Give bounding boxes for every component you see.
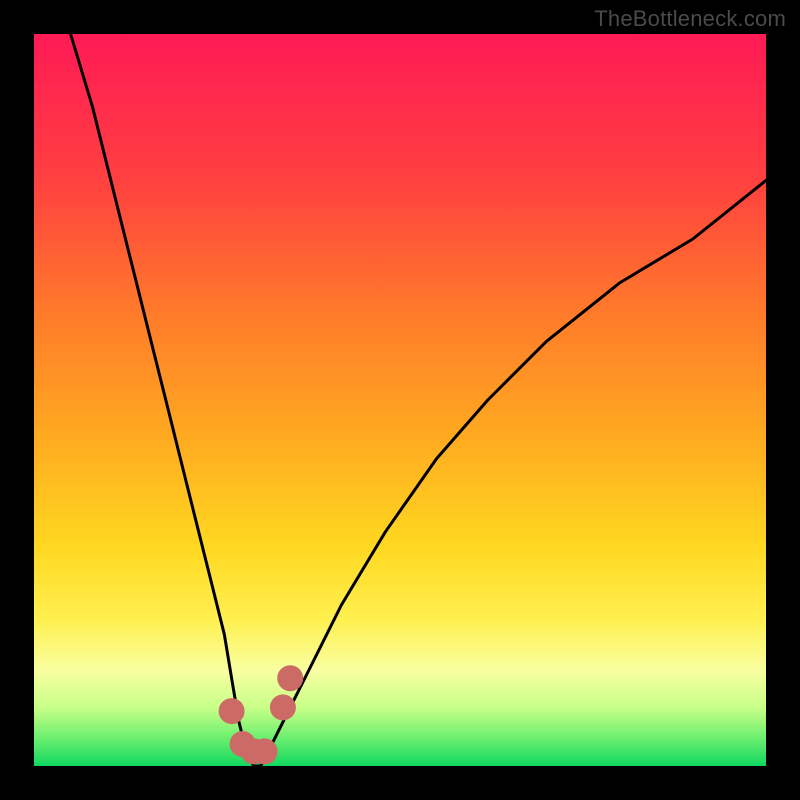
right-foot-marker: [252, 738, 278, 764]
plot-background: [34, 34, 766, 766]
bottleneck-chart: [0, 0, 800, 800]
left-foot-marker: [219, 698, 245, 724]
right-arm-marker: [270, 694, 296, 720]
chart-stage: TheBottleneck.com: [0, 0, 800, 800]
watermark-text: TheBottleneck.com: [594, 6, 786, 32]
right-arm-marker: [277, 665, 303, 691]
